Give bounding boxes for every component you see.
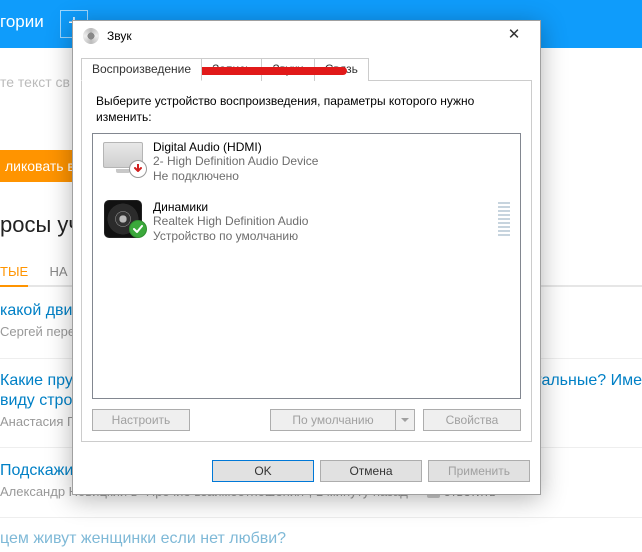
device-status: Устройство по умолчанию	[153, 229, 308, 244]
question-link[interactable]: цем живут женщинки если нет любви?	[0, 530, 286, 548]
bg-tab-open[interactable]: ТЫЕ	[0, 264, 28, 287]
tab-playback[interactable]: Воспроизведение	[81, 58, 202, 81]
sound-icon	[83, 28, 99, 44]
title-bar[interactable]: Звук ✕	[73, 21, 540, 51]
divider	[0, 517, 642, 518]
sound-dialog: Звук ✕ Воспроизведение Запись Звуки Связ…	[72, 20, 541, 495]
chevron-down-icon	[395, 409, 415, 431]
status-default-icon	[129, 220, 147, 238]
bg-question-1: какой дви Сергей пере	[0, 302, 75, 339]
set-default-button: По умолчанию	[270, 409, 395, 431]
close-button[interactable]: ✕	[494, 23, 534, 49]
question-meta: Анастасия Г	[0, 414, 74, 429]
bg-section-heading: росы уч	[0, 212, 80, 238]
device-thumb	[101, 200, 145, 236]
question-link[interactable]: какой дви	[0, 302, 75, 320]
device-thumb	[101, 140, 145, 176]
apply-button: Применить	[428, 460, 530, 482]
device-text: Динамики Realtek High Definition Audio У…	[153, 200, 308, 244]
dialog-title: Звук	[107, 29, 132, 43]
bg-tab-next[interactable]: НА	[49, 264, 67, 279]
ok-button[interactable]: OK	[212, 460, 314, 482]
level-meter	[498, 202, 510, 236]
device-description: Realtek High Definition Audio	[153, 214, 308, 229]
panel-button-row: Настроить По умолчанию Свойства	[92, 409, 521, 431]
question-meta: Сергей пере	[0, 324, 75, 339]
device-status: Не подключено	[153, 169, 318, 184]
device-item-hdmi[interactable]: Digital Audio (HDMI) 2- High Definition …	[93, 134, 520, 190]
question-link[interactable]: виду стро	[0, 392, 74, 410]
configure-button: Настроить	[92, 409, 190, 431]
device-list[interactable]: Digital Audio (HDMI) 2- High Definition …	[92, 133, 521, 399]
question-link[interactable]: Какие пру	[0, 372, 74, 390]
bg-question-2: Какие пру виду стро Анастасия Г	[0, 372, 74, 429]
bg-categories-text: гории	[0, 12, 44, 32]
cancel-button[interactable]: Отмена	[320, 460, 422, 482]
question-link[interactable]: тальные? Име	[534, 372, 642, 390]
device-name: Динамики	[153, 200, 308, 214]
properties-button: Свойства	[423, 409, 521, 431]
device-description: 2- High Definition Audio Device	[153, 154, 318, 169]
device-name: Digital Audio (HDMI)	[153, 140, 318, 154]
device-text: Digital Audio (HDMI) 2- High Definition …	[153, 140, 318, 184]
bg-textarea-placeholder[interactable]: те текст св	[0, 74, 70, 90]
dialog-footer: OK Отмена Применить	[73, 450, 540, 494]
instruction-text: Выберите устройство воспроизведения, пар…	[96, 93, 517, 125]
bg-question-4: цем живут женщинки если нет любви?	[0, 530, 286, 548]
tab-panel: Выберите устройство воспроизведения, пар…	[81, 81, 532, 442]
status-disconnected-icon	[129, 160, 147, 178]
bg-question-2-right: тальные? Име	[534, 372, 642, 390]
set-default-split-button: По умолчанию	[270, 409, 415, 431]
device-item-speakers[interactable]: Динамики Realtek High Definition Audio У…	[93, 194, 520, 250]
